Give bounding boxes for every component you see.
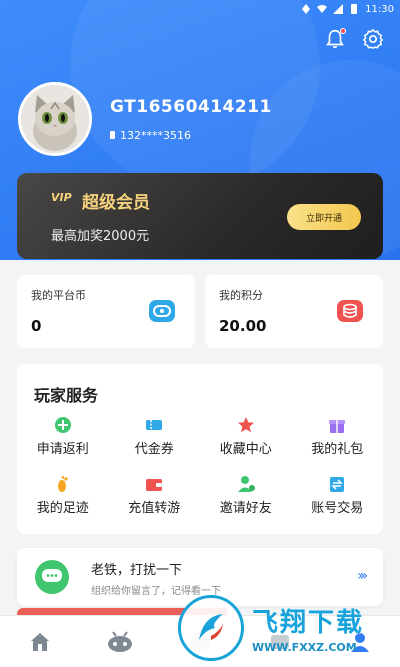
service-invite-friends[interactable]: 邀请好友: [200, 475, 292, 516]
cat-avatar-icon: [21, 85, 89, 153]
home-icon: [31, 632, 49, 651]
double-chevron-right-icon: ›››: [357, 568, 368, 584]
service-footprint[interactable]: 我的足迹: [17, 475, 109, 516]
settings-gear-icon[interactable]: [362, 28, 384, 50]
vip-card[interactable]: VIP 超级会员 最高加奖2000元 立即开通: [17, 173, 383, 259]
voucher-icon: [146, 420, 163, 430]
gamepad-icon: [108, 630, 132, 652]
tab-games[interactable]: [106, 628, 134, 656]
profile-section[interactable]: GT16560414211 132****3516: [18, 82, 272, 156]
service-account-trade[interactable]: 账号交易: [292, 475, 384, 516]
activate-vip-button[interactable]: 立即开通: [287, 204, 361, 230]
watermark-title: 飞翔下载: [252, 607, 365, 638]
service-favorites[interactable]: 收藏中心: [200, 416, 292, 457]
points-icon: [337, 300, 363, 322]
gift-icon: [329, 420, 346, 433]
service-label: 我的礼包: [311, 442, 364, 457]
service-recharge-transfer[interactable]: 充值转游: [109, 475, 201, 516]
vip-subtitle: 最高加奖2000元: [51, 229, 150, 244]
service-label: 我的足迹: [36, 501, 89, 516]
player-services-panel: 玩家服务 申请返利 代金券 收藏中心 我的礼包 我的足迹 充值转游 邀请好友 账…: [17, 364, 383, 534]
invite-icon: [237, 476, 255, 492]
coin-icon: [149, 300, 175, 322]
service-label: 邀请好友: [219, 501, 272, 516]
notification-dot: [340, 28, 346, 34]
points-card[interactable]: 我的积分 20.00: [205, 275, 383, 348]
notification-bell-icon[interactable]: [324, 28, 346, 50]
service-label: 账号交易: [311, 501, 364, 516]
status-time: 11:30: [365, 3, 394, 15]
platform-coin-label: 我的平台币: [31, 289, 86, 302]
wallet-icon: [146, 479, 163, 491]
rebate-icon: [54, 417, 71, 433]
service-gift[interactable]: 我的礼包: [292, 416, 384, 457]
avatar[interactable]: [18, 82, 92, 156]
phone-icon: [110, 131, 115, 139]
service-label: 充值转游: [128, 501, 181, 516]
service-label: 代金券: [134, 442, 174, 457]
location-icon: [302, 4, 311, 14]
service-voucher[interactable]: 代金券: [109, 416, 201, 457]
chat-bubble-icon: [35, 560, 69, 594]
wifi-icon: [317, 5, 328, 13]
footprint-icon: [57, 476, 68, 492]
services-title: 玩家服务: [34, 386, 99, 405]
platform-coin-value: 0: [31, 317, 42, 335]
vip-tag: VIP: [51, 191, 72, 204]
username: GT16560414211: [110, 96, 272, 117]
phone-number: 132****3516: [120, 128, 191, 142]
service-label: 申请返利: [36, 442, 89, 457]
star-icon: [237, 417, 254, 433]
message-title: 老铁，打扰一下: [91, 563, 183, 578]
watermark-url: WWW.FXXZ.COM: [252, 640, 357, 654]
tab-home[interactable]: [26, 628, 54, 656]
vip-title: 超级会员: [82, 193, 150, 213]
watermark: 飞翔下载 WWW.FXXZ.COM: [178, 588, 400, 667]
trade-icon: [330, 477, 345, 492]
points-label: 我的积分: [219, 289, 263, 302]
points-value: 20.00: [219, 317, 267, 335]
battery-icon: [351, 4, 358, 14]
status-bar: 11:30: [0, 0, 400, 18]
service-label: 收藏中心: [219, 442, 272, 457]
platform-coin-card[interactable]: 我的平台币 0: [17, 275, 195, 348]
watermark-logo-icon: [178, 594, 244, 661]
signal-icon: [333, 4, 344, 14]
service-rebate[interactable]: 申请返利: [17, 416, 109, 457]
